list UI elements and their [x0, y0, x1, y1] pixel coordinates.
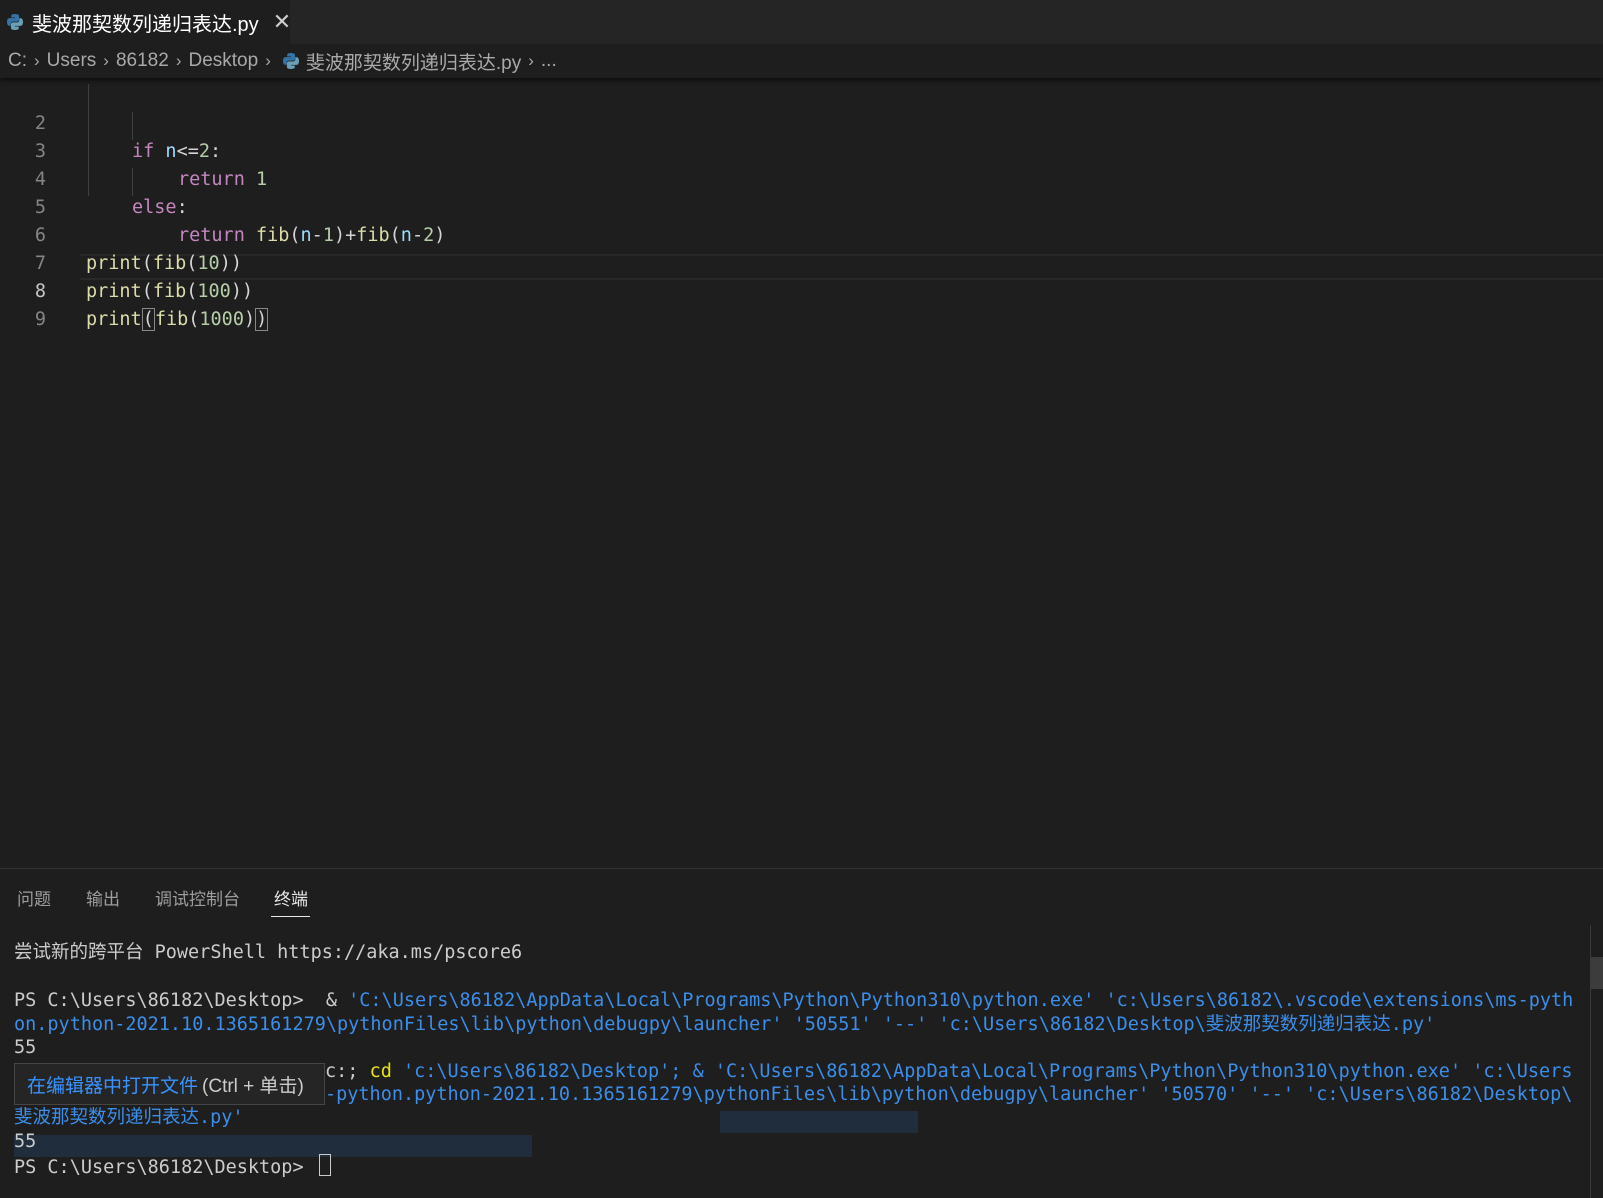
code-line: 5 return fib(n-1)+fib(n-2) — [0, 166, 1603, 246]
terminal-line: c:; cd 'c:\Users\86182\Desktop'; & 'C:\U… — [325, 1060, 1572, 1084]
open-in-editor-link[interactable]: 在编辑器中打开文件 — [27, 1071, 198, 1098]
code-line: 9 — [0, 278, 1603, 330]
bracket-match: ( — [141, 308, 155, 331]
breadcrumb-users[interactable]: Users — [47, 50, 97, 72]
chevron-right-icon: › — [265, 51, 271, 70]
prompt: PS C:\Users\86182\Desktop> & — [14, 990, 349, 1011]
editor-tab[interactable]: 斐波那契数列递归表达.py ✕ — [0, 0, 291, 44]
chevron-right-icon: › — [103, 51, 109, 70]
command-cd: cd — [369, 1061, 392, 1082]
bracket-match: ) — [255, 308, 269, 331]
terminal-line: 尝试新的跨平台 PowerShell https://aka.ms/pscore… — [14, 942, 523, 963]
tooltip-hint: (Ctrl + 单击) — [202, 1075, 304, 1097]
number: 1000 — [199, 309, 244, 330]
breadcrumb-symbol[interactable]: ... — [541, 50, 557, 72]
breadcrumb-drive[interactable]: C: — [8, 50, 27, 72]
code-line: 7 print(fib(100)) — [0, 222, 1603, 302]
tab-bar: 斐波那契数列递归表达.py ✕ — [0, 0, 1603, 44]
bottom-panel: 问题 输出 调试控制台 终端 尝试新的跨平台 PowerShell https:… — [0, 868, 1603, 1198]
terminal-line: PS C:\Users\86182\Desktop> & 'C:\Users\8… — [14, 989, 1573, 1013]
chevron-right-icon: › — [34, 51, 40, 70]
terminal-line: 55 — [14, 1037, 37, 1058]
code-line: 6 print(fib(10)) — [0, 194, 1603, 274]
terminal-line: 55 — [14, 1131, 37, 1152]
breadcrumb-file[interactable]: 斐波那契数列递归表达.py — [306, 48, 521, 75]
terminal-line[interactable]: -python.python-2021.10.1365161279\python… — [325, 1083, 1572, 1107]
hover-tooltip: 在编辑器中打开文件 (Ctrl + 单击) — [14, 1063, 325, 1105]
breadcrumb-desktop[interactable]: Desktop — [188, 50, 258, 72]
terminal-line[interactable]: 斐波那契数列递归表达.py' — [14, 1106, 244, 1130]
code-line: 2 if n<=2: — [0, 82, 1603, 162]
close-icon[interactable]: ✕ — [273, 9, 291, 35]
tab-label: 斐波那契数列递归表达.py — [32, 13, 259, 36]
punctuation: ) — [243, 309, 256, 330]
command-prefix: c:; — [325, 1061, 370, 1082]
path-link[interactable]: 'C:\Users\86182\AppData\Local\Programs\P… — [348, 990, 1573, 1011]
scrollbar-thumb[interactable] — [1591, 957, 1603, 989]
chevron-right-icon: › — [175, 51, 182, 70]
code-line: 8 print(fib(1000)) — [0, 250, 1603, 331]
prompt: PS C:\Users\86182\Desktop> — [14, 1157, 315, 1178]
function-name: print — [86, 309, 142, 330]
code-line: 4 else: — [0, 138, 1603, 218]
line-number: 9 — [34, 309, 46, 330]
selection-highlight — [720, 1111, 918, 1133]
python-file-icon — [282, 52, 300, 70]
breadcrumb: C: › Users › 86182 › Desktop › 斐波那契数列递归表… — [0, 44, 1603, 78]
breadcrumb-user[interactable]: 86182 — [116, 50, 169, 72]
terminal[interactable]: 尝试新的跨平台 PowerShell https://aka.ms/pscore… — [0, 869, 1603, 1198]
terminal-cursor — [318, 1154, 331, 1176]
punctuation: ( — [188, 309, 200, 330]
terminal-line: PS C:\Users\86182\Desktop> — [14, 1154, 331, 1178]
python-file-icon — [6, 13, 24, 31]
chevron-right-icon: › — [528, 51, 534, 70]
terminal-line[interactable]: on.python-2021.10.1365161279\pythonFiles… — [14, 1013, 1435, 1037]
function-name: fib — [154, 309, 189, 330]
code-line: 3 return 1 — [0, 110, 1603, 190]
path-link[interactable]: 'c:\Users\86182\Desktop'; & 'C:\Users\86… — [392, 1061, 1573, 1082]
code-editor[interactable]: 2 if n<=2: 3 return 1 4 else: 5 return f… — [0, 78, 1603, 868]
